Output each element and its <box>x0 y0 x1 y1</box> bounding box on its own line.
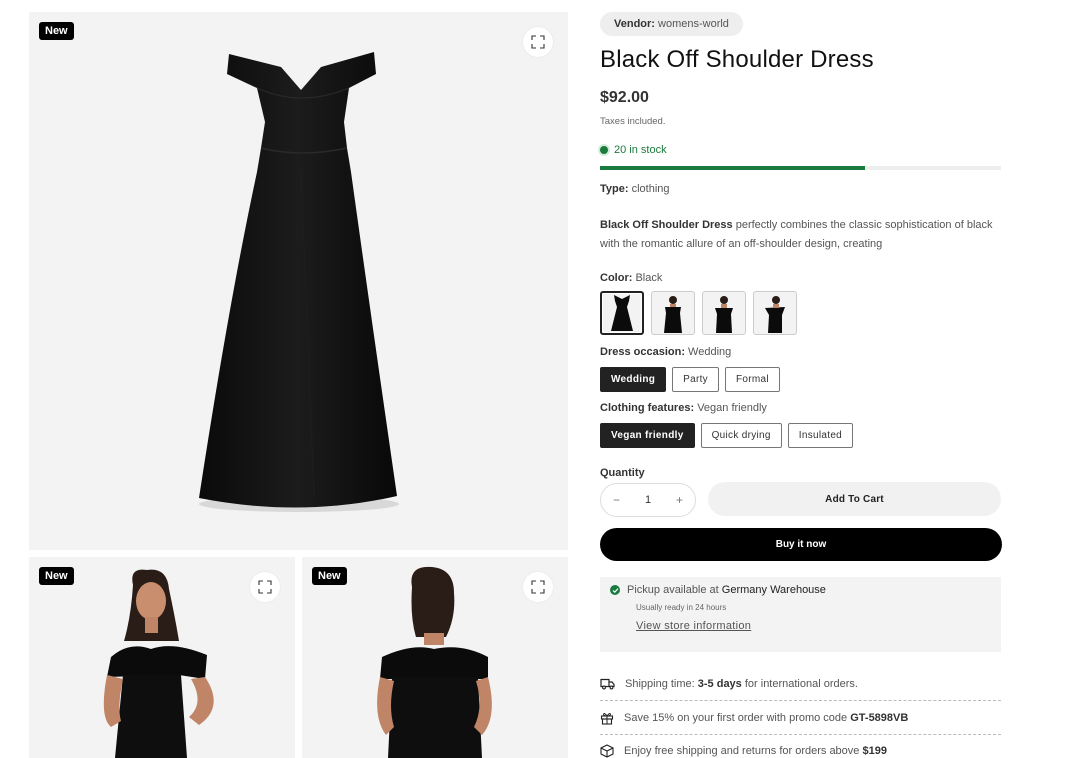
quantity-value[interactable]: 1 <box>645 494 651 506</box>
features-option-label: Clothing features: Vegan friendly <box>600 402 767 414</box>
type-value: clothing <box>631 183 670 195</box>
expand-icon[interactable] <box>250 572 280 602</box>
pickup-location: Germany Warehouse <box>721 584 826 596</box>
free-shipping-threshold: $199 <box>862 745 887 757</box>
product-info: Vendor: womens-world Black Off Shoulder … <box>600 0 1002 758</box>
dress-thumbnail-icon <box>611 295 633 331</box>
color-label: Color: <box>600 272 633 284</box>
new-badge: New <box>312 567 347 585</box>
pickup-text: Pickup available at Germany Warehouse <box>627 584 826 596</box>
color-swatch-model-three-quarter[interactable] <box>702 291 746 335</box>
view-store-information-link[interactable]: View store information <box>636 620 991 632</box>
box-icon <box>600 744 614 758</box>
stock-status: 20 in stock <box>600 144 667 156</box>
promo-perk: Save 15% on your first order with promo … <box>600 701 1001 735</box>
shipping-suffix: for international orders. <box>741 677 858 690</box>
product-title: Black Off Shoulder Dress <box>600 46 874 73</box>
stock-text: 20 in stock <box>614 144 667 156</box>
description-bold: Black Off Shoulder Dress <box>600 219 733 231</box>
shipping-time-text: Shipping time: 3-5 days for internationa… <box>625 678 858 690</box>
pickup-availability: Pickup available at Germany Warehouse Us… <box>600 577 1001 652</box>
model-thumbnail-icon <box>765 296 785 333</box>
stock-progress-bar <box>600 166 1001 170</box>
new-badge: New <box>39 567 74 585</box>
product-price: $92.00 <box>600 89 649 106</box>
feature-option-insulated[interactable]: Insulated <box>787 423 854 448</box>
buy-now-button[interactable]: Buy it now <box>600 528 1002 561</box>
vendor-label: Vendor: <box>614 18 655 30</box>
vendor-badge[interactable]: Vendor: womens-world <box>600 12 743 36</box>
expand-icon[interactable] <box>523 572 553 602</box>
color-swatch-dress-flat[interactable] <box>600 291 644 335</box>
color-swatch-model-side[interactable] <box>753 291 797 335</box>
quantity-label: Quantity <box>600 467 645 479</box>
promo-code: GT-5898VB <box>850 711 909 724</box>
color-value: Black <box>635 272 663 284</box>
quantity-increase-button[interactable]: + <box>676 493 683 507</box>
feature-option-quick-drying[interactable]: Quick drying <box>700 423 782 448</box>
new-badge: New <box>39 22 74 40</box>
feature-option-vegan-friendly[interactable]: Vegan friendly <box>600 423 695 448</box>
features-choices: Vegan friendly Quick drying Insulated <box>600 423 854 448</box>
shipping-days: 3-5 days <box>697 677 742 690</box>
main-product-image[interactable]: New <box>29 12 568 550</box>
model-thumbnail-icon <box>664 296 682 333</box>
color-swatches <box>600 291 797 335</box>
gift-icon <box>600 712 614 725</box>
features-value: Vegan friendly <box>697 402 767 414</box>
shipping-time-perk: Shipping time: 3-5 days for internationa… <box>600 667 1001 701</box>
color-swatch-model-front[interactable] <box>651 291 695 335</box>
expand-icon[interactable] <box>523 27 553 57</box>
model-thumbnail-icon <box>715 296 733 333</box>
model-back-image[interactable]: New <box>302 557 568 758</box>
pickup-status: Pickup available at Germany Warehouse <box>610 584 991 596</box>
occasion-choices: Wedding Party Formal <box>600 367 780 392</box>
occasion-option-label: Dress occasion: Wedding <box>600 346 731 358</box>
occasion-label: Dress occasion: <box>600 346 685 358</box>
occasion-option-party[interactable]: Party <box>672 367 719 392</box>
shipping-prefix: Shipping time: <box>625 677 698 690</box>
product-description: Black Off Shoulder Dress perfectly combi… <box>600 216 1002 254</box>
color-option-label: Color: Black <box>600 272 662 284</box>
pickup-prefix: Pickup available at <box>627 584 722 596</box>
occasion-option-wedding[interactable]: Wedding <box>600 367 667 392</box>
check-icon <box>610 585 620 595</box>
promo-text: Save 15% on your first order with promo … <box>624 712 908 724</box>
free-shipping-perk: Enjoy free shipping and returns for orde… <box>600 734 1001 758</box>
quantity-decrease-button[interactable]: − <box>613 493 620 507</box>
free-shipping-prefix: Enjoy free shipping and returns for orde… <box>624 745 863 757</box>
features-label: Clothing features: <box>600 402 695 414</box>
truck-icon <box>600 678 615 689</box>
occasion-option-formal[interactable]: Formal <box>724 367 780 392</box>
dress-illustration <box>199 52 399 512</box>
tax-note: Taxes included. <box>600 116 666 127</box>
model-front-image[interactable]: New <box>29 557 295 758</box>
stock-progress-fill <box>600 166 865 170</box>
pickup-ready-time: Usually ready in 24 hours <box>636 603 727 612</box>
product-gallery: New New New <box>0 0 580 758</box>
promo-prefix: Save 15% on your first order with promo … <box>624 711 851 724</box>
quantity-stepper: − 1 + <box>600 483 696 517</box>
vendor-value: womens-world <box>658 18 729 30</box>
occasion-value: Wedding <box>688 346 732 358</box>
add-to-cart-button[interactable]: Add To Cart <box>708 482 1001 516</box>
in-stock-dot-icon <box>600 146 608 154</box>
free-shipping-text: Enjoy free shipping and returns for orde… <box>624 745 887 757</box>
type-label: Type: <box>600 183 629 195</box>
product-type: Type: clothing <box>600 183 670 195</box>
